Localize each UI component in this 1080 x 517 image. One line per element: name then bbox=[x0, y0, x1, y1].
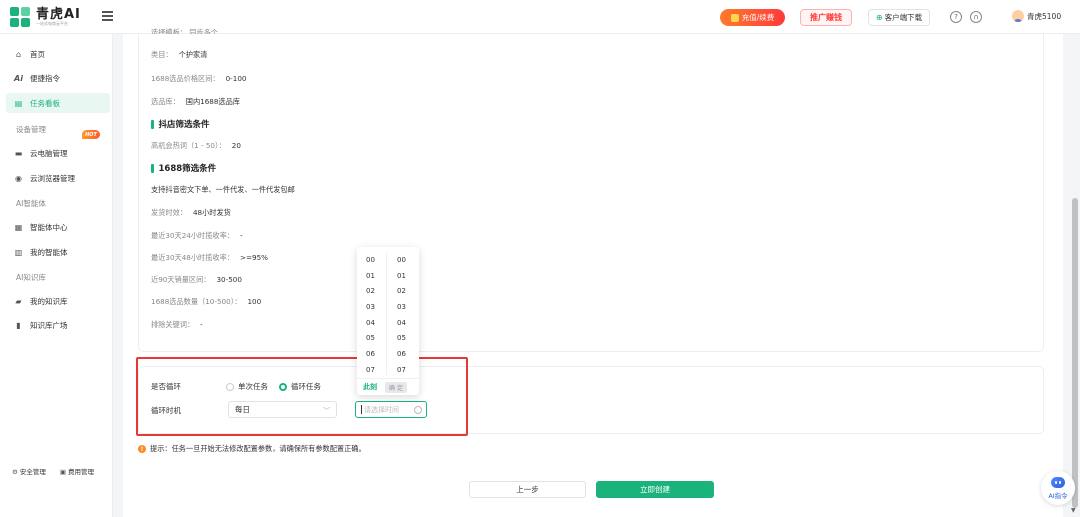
time-picker-footer: 此刻 确 定 bbox=[357, 378, 419, 395]
warning-icon: ! bbox=[138, 445, 146, 453]
time-picker-popup: 00 01 02 03 04 05 06 07 00 01 02 03 04 0… bbox=[357, 247, 419, 395]
brand-title: 青虎AI bbox=[36, 6, 81, 22]
sidebar-item-commands[interactable]: Ai 便捷指令 bbox=[6, 68, 110, 88]
warning-tip: ! 提示：任务一旦开始无法修改配置参数，请确保所有参数配置正确。 bbox=[138, 444, 366, 454]
hour-option[interactable]: 06 bbox=[357, 347, 386, 363]
sidebar-item-kb-square[interactable]: ▮ 知识库广场 bbox=[6, 315, 110, 335]
agent-icon: ▥ bbox=[14, 247, 23, 257]
detail-support: 支持抖音密文下单、一件代发、一件代发包邮 bbox=[151, 185, 295, 194]
folder-icon: ▰ bbox=[15, 296, 22, 306]
detail-product-count: 1688选品数量（10-500）： 100 bbox=[151, 297, 262, 306]
gift-icon bbox=[730, 13, 739, 22]
hot-badge: HOT bbox=[82, 130, 100, 139]
scroll-down-arrow-icon[interactable]: ▼ bbox=[1071, 507, 1076, 514]
hour-option[interactable]: 04 bbox=[357, 316, 386, 332]
hour-option[interactable]: 03 bbox=[357, 300, 386, 316]
promo-button[interactable]: 推广赚钱 bbox=[800, 9, 852, 26]
cut-row: 选择模板： 同步多个 bbox=[151, 28, 218, 34]
book-icon: ▮ bbox=[16, 320, 21, 330]
hour-option[interactable]: 00 bbox=[357, 253, 386, 269]
wallet-icon: ▣ bbox=[59, 468, 66, 476]
ai-command-float-button[interactable]: AI指令 bbox=[1041, 471, 1075, 505]
minute-option[interactable]: 00 bbox=[388, 253, 418, 269]
minute-option[interactable]: 02 bbox=[388, 284, 418, 300]
minute-option[interactable]: 03 bbox=[388, 300, 418, 316]
sidebar-footer: ⚙ 安全管理 ▣ 费用管理 bbox=[12, 466, 108, 476]
user-menu[interactable]: 青虎5100 bbox=[1012, 10, 1061, 22]
recharge-button[interactable]: 充值/续费 bbox=[720, 9, 785, 26]
hour-option[interactable]: 02 bbox=[357, 284, 386, 300]
ai-command-icon: Ai bbox=[14, 73, 23, 83]
download-client-button[interactable]: ⊕ 客户端下载 bbox=[868, 9, 930, 26]
now-button[interactable]: 此刻 bbox=[363, 382, 377, 392]
sidebar-item-agent-center[interactable]: ▦ 智能体中心 bbox=[6, 217, 110, 237]
task-board-icon: ▤ bbox=[14, 98, 23, 108]
gear-icon: ⚙ bbox=[12, 468, 18, 476]
detail-ship-time: 发货时效： 48小时发货 bbox=[151, 208, 231, 217]
minute-option[interactable]: 05 bbox=[388, 331, 418, 347]
hour-option[interactable]: 05 bbox=[357, 331, 386, 347]
security-management-link[interactable]: ⚙ 安全管理 bbox=[12, 466, 46, 476]
robot-icon bbox=[1051, 476, 1065, 488]
sidebar-item-task-board[interactable]: ▤ 任务看板 bbox=[6, 93, 110, 113]
help-icon[interactable]: ? bbox=[950, 11, 962, 23]
detail-library: 选品库： 国内1688选品库 bbox=[151, 97, 240, 106]
minute-option[interactable]: 07 bbox=[388, 363, 418, 375]
sidebar-item-my-kb[interactable]: ▰ 我的知识库 bbox=[6, 291, 110, 311]
detail-category: 类目： 个护家清 bbox=[151, 50, 208, 59]
sidebar-item-cloud-browser[interactable]: ◉ 云浏览器管理 bbox=[6, 168, 110, 188]
minute-option[interactable]: 01 bbox=[388, 269, 418, 285]
detail-hot-words: 高机会热词（1 - 50）： 20 bbox=[151, 141, 241, 150]
section-ai-knowledge: AI知识库 bbox=[16, 273, 46, 282]
sidebar-item-my-agent[interactable]: ▥ 我的智能体 bbox=[6, 242, 110, 262]
create-now-button[interactable]: 立即创建 bbox=[596, 481, 714, 498]
detail-exclude-keywords: 排除关键词： - bbox=[151, 320, 203, 329]
sidebar-item-home[interactable]: ⌂ 首页 bbox=[6, 44, 110, 64]
minute-option[interactable]: 04 bbox=[388, 316, 418, 332]
section-ai-agent: AI智能体 bbox=[16, 199, 46, 208]
headset-icon[interactable]: ∩ bbox=[970, 11, 982, 23]
menu-collapse-icon[interactable] bbox=[102, 11, 113, 21]
minute-option[interactable]: 06 bbox=[388, 347, 418, 363]
detail-pickup-24h: 最近30天24小时揽收率： - bbox=[151, 231, 243, 240]
monitor-icon: ▬ bbox=[14, 148, 23, 158]
brand-logo[interactable]: 青虎AI 一站式电商云平台 bbox=[10, 7, 81, 27]
confirm-time-button[interactable]: 确 定 bbox=[385, 381, 407, 393]
logo-icon bbox=[10, 7, 30, 27]
prev-step-button[interactable]: 上一步 bbox=[469, 481, 586, 498]
scrollbar-thumb[interactable] bbox=[1072, 198, 1078, 508]
user-name: 青虎5100 bbox=[1027, 11, 1062, 21]
avatar bbox=[1012, 10, 1024, 22]
browser-icon: ◉ bbox=[15, 173, 22, 183]
home-icon: ⌂ bbox=[15, 49, 22, 59]
section-1688-filter: 1688筛选条件 bbox=[151, 162, 217, 174]
detail-pickup-48h: 最近30天48小时揽收率： >=95% bbox=[151, 253, 269, 262]
section-douyin-filter: 抖店筛选条件 bbox=[151, 118, 210, 130]
section-device-management: 设备管理 bbox=[16, 125, 46, 134]
cost-management-link[interactable]: ▣ 费用管理 bbox=[60, 466, 94, 476]
detail-price-range: 1688选品价格区间： 0-100 bbox=[151, 74, 247, 83]
download-icon: ⊕ bbox=[875, 13, 883, 22]
minute-column[interactable]: 00 01 02 03 04 05 06 07 bbox=[388, 253, 418, 375]
detail-sales-range: 近90天销量区间： 30-500 bbox=[151, 275, 242, 284]
hour-column[interactable]: 00 01 02 03 04 05 06 07 bbox=[357, 253, 387, 375]
hour-option[interactable]: 07 bbox=[357, 363, 386, 375]
sidebar-item-cloud-pc[interactable]: ▬ 云电脑管理 bbox=[6, 143, 110, 163]
hour-option[interactable]: 01 bbox=[357, 269, 386, 285]
grid-icon: ▦ bbox=[14, 222, 23, 232]
